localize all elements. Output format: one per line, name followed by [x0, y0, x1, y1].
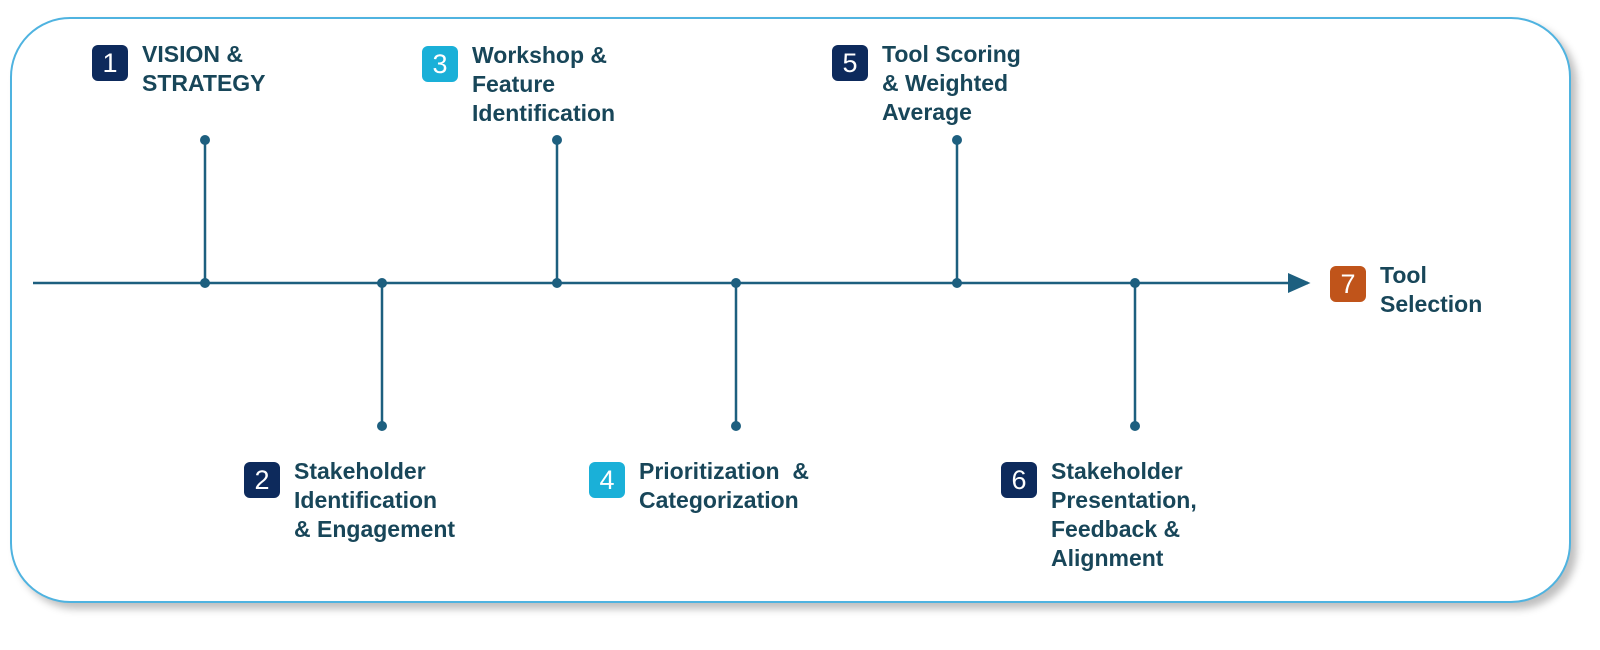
step-label: Stakeholder Identification & Engagement	[294, 458, 456, 542]
step-dot	[552, 135, 562, 145]
step-dot	[377, 421, 387, 431]
step-label: VISION & STRATEGY	[142, 41, 266, 96]
step-number-badge: 6	[1001, 462, 1037, 498]
step-label: Stakeholder Presentation, Feedback & Ali…	[1051, 458, 1197, 571]
step-label: Workshop & Feature Identification	[472, 42, 616, 126]
step-dot	[1130, 278, 1140, 288]
step-dot	[1130, 421, 1140, 431]
step-label: Tool Scoring & Weighted Average	[882, 41, 1021, 125]
step-number-badge: 5	[832, 45, 868, 81]
step-label: Tool Selection	[1380, 262, 1483, 317]
step-number-badge: 2	[244, 462, 280, 498]
step-dot	[952, 135, 962, 145]
step-number-badge: 7	[1330, 266, 1366, 302]
step-number-badge: 1	[92, 45, 128, 81]
step-number-badge: 3	[422, 46, 458, 82]
step-dot	[377, 278, 387, 288]
step-label: Prioritization & Categorization	[639, 458, 809, 513]
step-dot	[731, 421, 741, 431]
step-dot	[731, 278, 741, 288]
step-dot	[200, 135, 210, 145]
step-dot	[952, 278, 962, 288]
step-number-badge: 4	[589, 462, 625, 498]
step-dot	[552, 278, 562, 288]
step-dot	[200, 278, 210, 288]
